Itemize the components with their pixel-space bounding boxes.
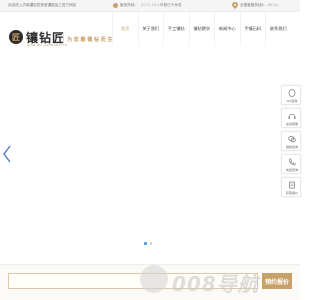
hotline-label: 服务热线： xyxy=(120,3,138,7)
hero-banner xyxy=(0,46,300,248)
page: 欢迎进入济南镶钻匠珠宝镶嵌加工官方网站 服务热线： 0531-18-01 节假日… xyxy=(0,0,303,300)
carousel-dots xyxy=(144,242,152,245)
nav-item-home[interactable]: 首页 xyxy=(112,12,138,46)
nav-item-news[interactable]: 新闻中心 xyxy=(214,12,240,46)
logo-mark-glyph: 匠 xyxy=(12,33,20,42)
nav-item-stones[interactable]: 手镶石料 xyxy=(239,12,266,46)
nav-item-contact[interactable]: 联系我们 xyxy=(265,12,291,46)
logo-icon[interactable]: 匠 xyxy=(9,30,23,44)
carousel-dot[interactable] xyxy=(144,242,147,245)
headset-icon xyxy=(288,113,296,119)
service-hotline-number[interactable]: 18...8424... xyxy=(260,3,281,7)
phone-icon xyxy=(113,3,118,8)
nav-item-about[interactable]: 关于我们 xyxy=(137,12,164,46)
watermark: 008导航 xyxy=(140,265,260,296)
hotline-number[interactable]: 0531-18-01 xyxy=(141,3,162,7)
float-label: 获取报价 xyxy=(285,191,298,195)
nav-item-handmade-setting[interactable]: 手工镶钻 xyxy=(163,12,189,46)
float-item-phone[interactable]: 电话咨询 xyxy=(281,154,301,174)
watermark-logo-icon xyxy=(140,265,168,293)
float-item-wechat[interactable]: 微信咨询 xyxy=(281,131,301,151)
chevron-left-icon[interactable] xyxy=(2,145,12,163)
quote-icon xyxy=(289,181,295,189)
float-item-qq[interactable]: QQ咨询 xyxy=(281,85,301,105)
hotline-note: 节假日不休息 xyxy=(160,3,182,7)
phone-icon xyxy=(289,158,296,166)
header-divider xyxy=(63,32,64,46)
qq-icon xyxy=(288,89,296,97)
float-sidebar: QQ咨询 在线客服 微信咨询 电话咨询 获取报价 xyxy=(281,85,303,197)
float-label: 微信咨询 xyxy=(285,145,298,149)
welcome-text: 欢迎进入济南镶钻匠珠宝镶嵌加工官方网站 xyxy=(8,3,77,7)
carousel-dot[interactable] xyxy=(149,242,152,245)
float-item-quote[interactable]: 获取报价 xyxy=(281,177,301,197)
nav-item-teaching[interactable]: 镶钻教学 xyxy=(188,12,215,46)
main-nav: 首页 关于我们 手工镶钻 镶钻教学 新闻中心 手镶石料 联系我们 xyxy=(112,12,291,46)
wechat-icon xyxy=(288,135,296,143)
booking-button[interactable]: 预约报价 xyxy=(262,273,292,289)
float-label: 在线客服 xyxy=(285,122,298,126)
float-label: 电话咨询 xyxy=(285,168,298,172)
slogan: 为 您 雕 镶 钻 而 生 xyxy=(67,37,113,43)
float-label: QQ咨询 xyxy=(286,99,298,103)
location-icon xyxy=(232,2,238,9)
top-info-bar: 欢迎进入济南镶钻匠珠宝镶嵌加工官方网站 服务热线： 0531-18-01 节假日… xyxy=(0,0,300,12)
float-item-online-service[interactable]: 在线客服 xyxy=(281,108,301,128)
watermark-text: 008导航 xyxy=(172,272,259,296)
